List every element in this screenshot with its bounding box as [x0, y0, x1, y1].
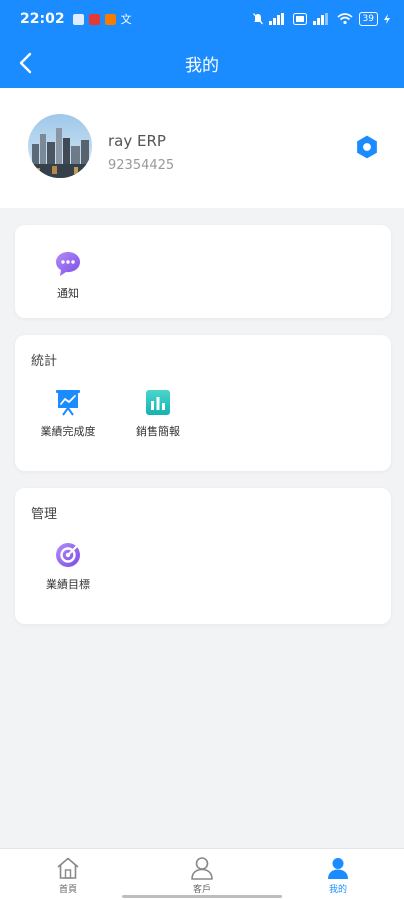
status-bar: 22:02 文 39: [0, 0, 404, 38]
menu-item-label: 業績目標: [46, 578, 90, 591]
home-icon: [57, 857, 79, 879]
presentation-chart-icon: [56, 390, 80, 416]
tab-customers[interactable]: 客戶: [162, 855, 242, 895]
tab-label: 首頁: [58, 885, 77, 895]
menu-item-notifications[interactable]: 通知: [23, 249, 113, 301]
menu-item-performance[interactable]: 業績完成度: [23, 387, 113, 439]
hd-icon: [292, 13, 307, 25]
menu-item-label: 業績完成度: [40, 425, 96, 438]
profile-name: ray ERP: [108, 132, 166, 150]
person-icon: [191, 857, 213, 880]
notification-icons: 文: [72, 11, 132, 27]
home-indicator[interactable]: [122, 895, 282, 898]
tab-label: 客戶: [192, 885, 211, 895]
menu-item-label: 銷售簡報: [136, 425, 180, 438]
back-arrow-icon[interactable]: [14, 50, 40, 76]
battery-indicator: 39: [358, 12, 378, 26]
charging-icon: [384, 14, 390, 24]
mute-icon: [252, 13, 263, 25]
target-icon: [56, 543, 80, 567]
page-title: 我的: [185, 55, 219, 76]
translate-icon: 文: [120, 13, 132, 26]
app-notification-icon: [72, 13, 84, 25]
section-title: 統計: [31, 354, 58, 369]
app-notification-icon: [88, 13, 100, 25]
section-title: 管理: [31, 507, 58, 522]
avatar[interactable]: [28, 114, 92, 178]
status-indicators: 39: [252, 12, 390, 26]
nav-bar: 我的: [0, 38, 404, 88]
menu-item-sales-report[interactable]: 銷售簡報: [113, 387, 203, 439]
gear-icon[interactable]: [354, 134, 380, 160]
stats-card: 統計 業績完成度 銷售簡報: [15, 335, 391, 471]
profile-icon: [328, 858, 348, 879]
chat-bubble-icon: [56, 252, 80, 276]
bar-chart-icon: [146, 390, 170, 415]
menu-item-label: 通知: [57, 287, 79, 300]
app-notification-icon: [104, 13, 116, 25]
tab-home[interactable]: 首頁: [28, 855, 108, 895]
tab-bar: 首頁 客戶 我的: [0, 848, 404, 900]
tab-label: 我的: [328, 885, 347, 895]
profile-id: 92354425: [108, 158, 175, 173]
status-time: 22:02: [20, 11, 65, 27]
profile-card: ray ERP 92354425: [0, 88, 404, 208]
manage-card: 管理 業績目標: [15, 488, 391, 624]
general-card: 通知: [15, 225, 391, 318]
menu-item-performance-target[interactable]: 業績目標: [23, 540, 113, 592]
avatar-image: [28, 114, 92, 178]
wifi-icon: [337, 13, 353, 25]
signal-icon: [268, 13, 284, 25]
signal-icon-2: [312, 13, 328, 25]
tab-profile[interactable]: 我的: [298, 855, 378, 895]
